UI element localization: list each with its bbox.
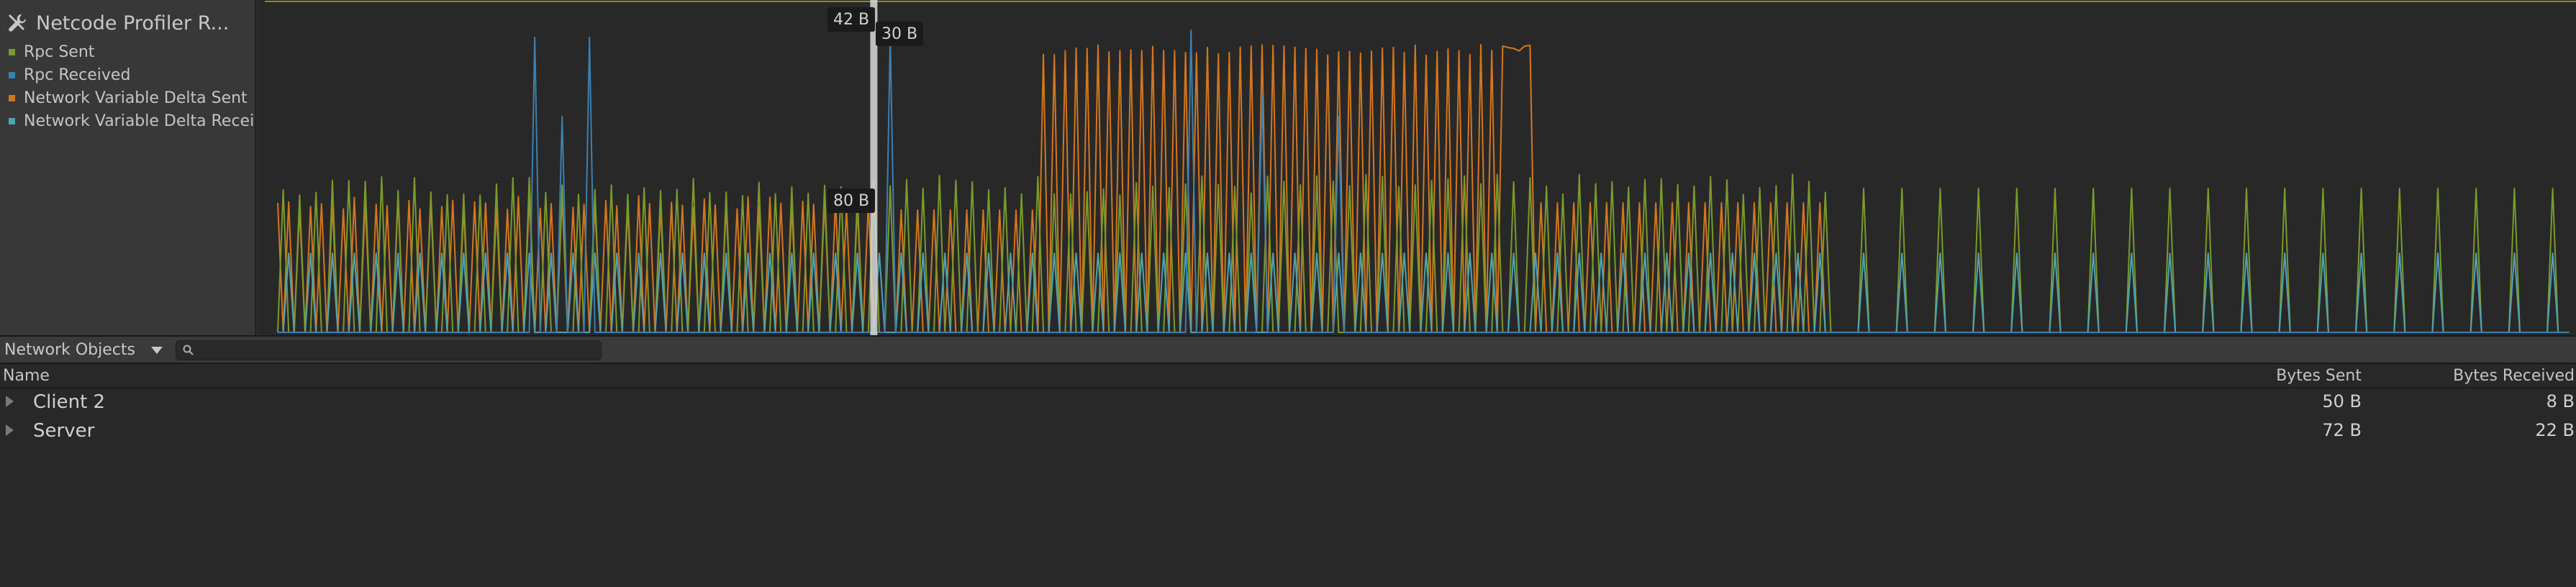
row-bytes-sent: 50 B (2322, 391, 2362, 411)
legend-swatch (9, 48, 15, 55)
legend-item-nv-delta-sent[interactable]: Network Variable Delta Sent (9, 87, 253, 109)
profiler-module-area: Netcode Profiler R... Rpc Sent Rpc Recei… (0, 0, 2576, 335)
expand-arrow-icon[interactable] (6, 424, 14, 436)
tooltip-value: 80 B (827, 188, 876, 213)
search-input[interactable] (195, 342, 601, 359)
legend-label: Rpc Sent (24, 42, 95, 61)
row-bytes-sent: 72 B (2322, 420, 2362, 440)
legend-label: Network Variable Delta Sent (24, 88, 248, 107)
tooltip-value: 30 B (876, 22, 924, 46)
view-dropdown[interactable]: Network Objects (0, 337, 171, 363)
chart-canvas[interactable] (258, 0, 2576, 335)
expand-arrow-icon[interactable] (6, 396, 14, 407)
row-bytes-received: 22 B (2535, 420, 2575, 440)
legend-swatch (9, 94, 15, 101)
module-header[interactable]: Netcode Profiler R... (6, 7, 229, 39)
timeline-chart[interactable]: 42 B 30 B 80 B (258, 0, 2576, 335)
view-dropdown-label: Network Objects (4, 340, 135, 359)
column-header-bytes-sent[interactable]: Bytes Sent (2276, 367, 2362, 385)
legend-swatch (9, 71, 15, 78)
series-line-nv-delta-received (278, 252, 2570, 333)
network-objects-table: Name Bytes Sent Bytes Received Client 2 … (0, 364, 2576, 587)
module-title: Netcode Profiler R... (36, 12, 230, 35)
row-bytes-received: 8 B (2546, 391, 2575, 411)
legend-item-nv-delta-received[interactable]: Network Variable Delta Received (9, 110, 253, 132)
tooltip-value: 42 B (827, 7, 876, 32)
legend-item-rpc-sent[interactable]: Rpc Sent (9, 41, 253, 63)
column-header-name[interactable]: Name (3, 367, 50, 385)
search-field[interactable] (176, 340, 602, 360)
legend-swatch (9, 117, 15, 124)
table-row[interactable]: Server 72 B 22 B (0, 417, 2576, 446)
column-header-bytes-received[interactable]: Bytes Received (2453, 367, 2575, 385)
table-header: Name Bytes Sent Bytes Received (0, 364, 2576, 388)
legend-item-rpc-received[interactable]: Rpc Received (9, 64, 253, 86)
legend-label: Network Variable Delta Received (24, 112, 253, 130)
profiler-window: Netcode Profiler R... Rpc Sent Rpc Recei… (0, 0, 2576, 587)
chevron-down-icon (151, 347, 163, 354)
row-name: Client 2 (33, 391, 106, 413)
tools-icon (9, 14, 27, 32)
details-toolbar: Network Objects (0, 335, 2576, 364)
module-sidebar[interactable]: Netcode Profiler R... Rpc Sent Rpc Recei… (0, 0, 256, 335)
row-name: Server (33, 420, 95, 442)
legend-label: Rpc Received (24, 65, 131, 84)
table-row[interactable]: Client 2 50 B 8 B (0, 388, 2576, 417)
search-icon (183, 345, 194, 355)
selected-frame-marker[interactable] (870, 0, 878, 335)
